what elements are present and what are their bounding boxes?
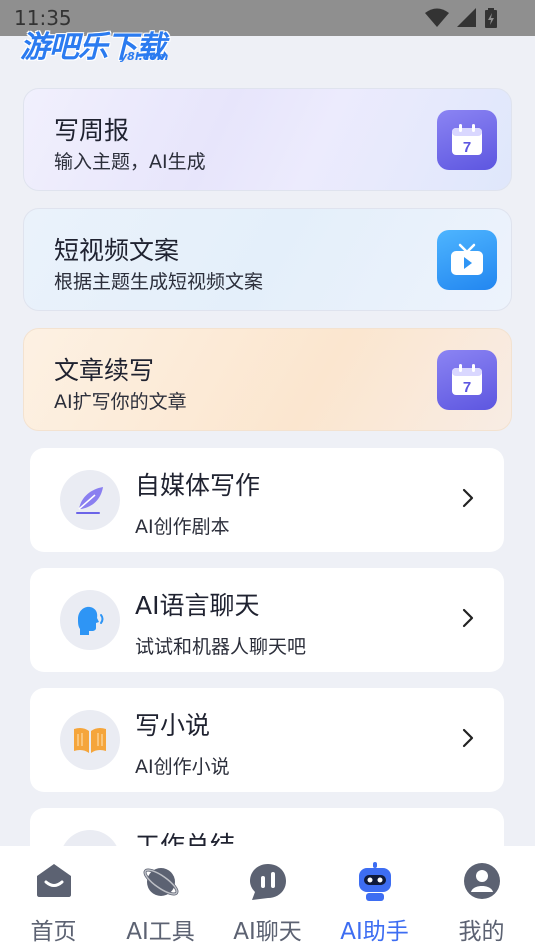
card-title: 写周报: [54, 116, 130, 145]
list-item-subtitle: AI创作小说: [135, 756, 230, 778]
list-item-media-writing[interactable]: 自媒体写作 AI创作剧本: [30, 448, 504, 552]
list-item-title: 写小说: [135, 711, 211, 740]
tab-label: AI聊天: [233, 919, 302, 945]
chevron-right-icon: [462, 608, 474, 628]
card-subtitle: 根据主题生成短视频文案: [54, 271, 264, 293]
status-icons: [425, 8, 497, 28]
chevron-right-icon: [462, 728, 474, 748]
battery-icon: [485, 8, 497, 28]
tab-home[interactable]: 首页: [0, 846, 107, 951]
list-item-ai-voice-chat[interactable]: AI语言聊天 试试和机器人聊天吧: [30, 568, 504, 672]
chat-icon: [249, 864, 286, 900]
open-book-icon: [60, 710, 120, 770]
planet-icon: [143, 868, 178, 896]
calendar-day: 7: [463, 379, 471, 396]
calendar-icon: 7: [437, 350, 497, 410]
tab-ai-chat[interactable]: AI聊天: [214, 846, 321, 951]
list-item-title: AI语言聊天: [135, 591, 260, 620]
bottom-tab-bar: 首页 AI工具 AI聊天 AI助手 我的: [0, 846, 535, 951]
card-title: 文章续写: [54, 356, 155, 385]
calendar-icon: 7: [437, 110, 497, 170]
feature-card-article-continuation[interactable]: 文章续写 AI扩写你的文章 7: [23, 328, 512, 431]
tv-play-icon: [437, 230, 497, 290]
feature-card-short-video-copy[interactable]: 短视频文案 根据主题生成短视频文案: [23, 208, 512, 311]
list-item-subtitle: AI创作剧本: [135, 516, 230, 538]
tab-label: AI助手: [340, 919, 409, 945]
feather-pen-icon: [60, 470, 120, 530]
tab-label: 我的: [458, 919, 505, 945]
calendar-day: 7: [463, 139, 471, 156]
home-icon: [36, 864, 71, 897]
tab-label: AI工具: [126, 919, 195, 945]
list-item-write-novel[interactable]: 写小说 AI创作小说: [30, 688, 504, 792]
tab-ai-assistant[interactable]: AI助手: [321, 846, 428, 951]
feature-card-weekly-report[interactable]: 写周报 输入主题，AI生成 7: [23, 88, 512, 191]
list-item-title: 自媒体写作: [135, 471, 261, 500]
chevron-right-icon: [462, 488, 474, 508]
card-title: 短视频文案: [54, 236, 180, 265]
signal-icon: [457, 8, 476, 27]
card-subtitle: AI扩写你的文章: [54, 391, 187, 413]
speaking-head-icon: [60, 590, 120, 650]
tab-label: 首页: [30, 919, 77, 945]
user-icon: [463, 863, 500, 899]
robot-icon: [358, 862, 391, 901]
watermark-domain: y8l.com: [120, 50, 169, 63]
card-subtitle: 输入主题，AI生成: [54, 151, 206, 173]
tab-ai-tools[interactable]: AI工具: [107, 846, 214, 951]
tab-mine[interactable]: 我的: [428, 846, 535, 951]
wifi-icon: [425, 8, 449, 27]
list-item-subtitle: 试试和机器人聊天吧: [135, 636, 307, 658]
